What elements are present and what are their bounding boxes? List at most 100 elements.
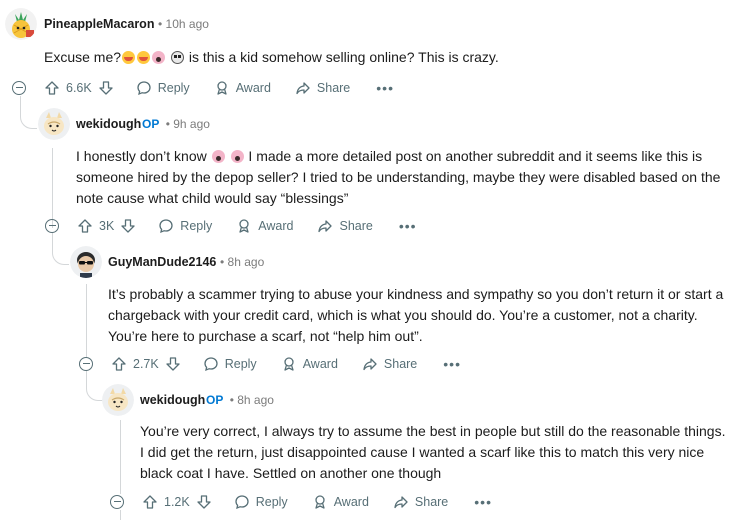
collapse-minus-icon[interactable] — [45, 219, 59, 233]
more-options-icon[interactable]: ••• — [474, 494, 492, 510]
collapse-minus-icon[interactable] — [12, 81, 26, 95]
comment-timestamp[interactable]: 8h ago — [228, 255, 265, 269]
comment-actions: 6.6K Reply Award Share ••• — [12, 76, 394, 100]
award-button[interactable]: Award — [281, 356, 338, 372]
reply-button[interactable]: Reply — [234, 494, 288, 510]
award-button[interactable]: Award — [236, 218, 293, 234]
share-button[interactable]: Share — [393, 494, 448, 510]
laughing-emoji-icon — [122, 51, 136, 64]
meta-separator: • — [165, 117, 170, 131]
comment-actions: 3K Reply Award Share ••• — [45, 214, 417, 238]
comment-timestamp[interactable]: 8h ago — [237, 393, 274, 407]
more-options-icon[interactable]: ••• — [399, 218, 417, 234]
award-ribbon-icon — [239, 219, 249, 233]
downvote-arrow-icon[interactable] — [98, 80, 114, 96]
avatar[interactable] — [38, 108, 70, 140]
comment-timestamp[interactable]: 10h ago — [166, 17, 209, 31]
meta-separator: • — [220, 255, 225, 269]
vote-count: 2.7K — [133, 357, 159, 371]
vote-count: 6.6K — [66, 81, 92, 95]
comment-meta: OP • 9h ago — [142, 117, 210, 131]
body-line: note cause what child would say “blessin… — [76, 190, 349, 206]
award-button[interactable]: Award — [312, 494, 369, 510]
share-button[interactable]: Share — [295, 80, 350, 96]
sunglasses-avatar-icon — [70, 246, 102, 278]
award-label: Award — [333, 495, 369, 509]
body-line: black coat I have. Settled on another on… — [140, 465, 442, 481]
reply-label: Reply — [224, 357, 257, 371]
comment-body: Excuse me? is this a kid somehow selling… — [44, 47, 499, 68]
avatar[interactable] — [102, 384, 134, 416]
pineapple-avatar-icon — [5, 8, 37, 40]
avatar[interactable] — [5, 8, 37, 40]
comment-body: I honestly don’t know I made a more deta… — [76, 146, 726, 209]
screaming-emoji-icon — [211, 150, 225, 163]
comment-author[interactable]: PineappleMacaron — [44, 17, 154, 31]
award-label: Award — [302, 357, 338, 371]
comment-meta: • 10h ago — [158, 17, 209, 31]
cat-avatar-icon — [38, 108, 70, 140]
body-line: I honestly don’t know I made a more deta… — [76, 146, 726, 167]
avatar[interactable] — [70, 246, 102, 278]
share-label: Share — [383, 357, 418, 371]
comment-actions: 1.2K Reply Award Share ••• — [110, 490, 492, 514]
thread-line-3 — [86, 284, 87, 358]
comment-body: You’re very correct, I always try to ass… — [140, 421, 735, 484]
screaming-emoji-icon — [230, 150, 244, 163]
upvote-arrow-icon[interactable] — [142, 494, 158, 510]
body-text: Excuse me? — [44, 49, 122, 65]
reply-button[interactable]: Reply — [136, 80, 190, 96]
upvote-arrow-icon[interactable] — [77, 218, 93, 234]
collapse-minus-icon[interactable] — [110, 495, 124, 509]
cat-avatar-icon — [102, 384, 134, 416]
op-badge: OP — [206, 393, 224, 407]
share-arrow-icon — [318, 220, 333, 233]
reply-label: Reply — [255, 495, 288, 509]
comment-timestamp[interactable]: 9h ago — [173, 117, 210, 131]
comment-author[interactable]: GuyManDude2146 — [108, 255, 216, 269]
body-line: chargeback with your credit card, which … — [108, 307, 698, 323]
speech-bubble-icon — [137, 81, 151, 96]
reply-label: Reply — [157, 81, 190, 95]
award-ribbon-icon — [217, 81, 227, 95]
downvote-arrow-icon[interactable] — [196, 494, 212, 510]
award-label: Award — [258, 219, 294, 233]
more-options-icon[interactable]: ••• — [443, 356, 461, 372]
share-arrow-icon — [296, 82, 310, 95]
share-arrow-icon — [363, 358, 377, 371]
comment-author[interactable]: wekidough — [76, 117, 141, 131]
more-options-icon[interactable]: ••• — [376, 80, 394, 96]
speech-bubble-icon — [235, 495, 249, 510]
share-label: Share — [316, 81, 351, 95]
reply-label: Reply — [180, 219, 213, 233]
downvote-arrow-icon[interactable] — [120, 218, 136, 234]
award-ribbon-icon — [284, 357, 294, 371]
vote-count: 1.2K — [164, 495, 190, 509]
vote-count: 3K — [99, 219, 115, 233]
body-line: I did get the return, just disappointed … — [140, 444, 705, 460]
body-line: It’s probably a scammer trying to abuse … — [108, 286, 724, 302]
body-line: You’re here to purchase a scarf, not “he… — [108, 328, 423, 344]
meta-separator: • — [158, 17, 163, 31]
upvote-arrow-icon[interactable] — [111, 356, 127, 372]
collapse-minus-icon[interactable] — [79, 357, 93, 371]
share-label: Share — [414, 495, 449, 509]
screaming-emoji-icon — [152, 51, 166, 64]
downvote-arrow-icon[interactable] — [165, 356, 181, 372]
comment-author[interactable]: wekidough — [140, 393, 205, 407]
share-button[interactable]: Share — [317, 218, 373, 234]
body-text: I made a more detailed post on another s… — [248, 148, 703, 164]
award-button[interactable]: Award — [214, 80, 271, 96]
thread-line-4 — [120, 420, 121, 494]
body-line: You’re very correct, I always try to ass… — [140, 423, 726, 439]
upvote-arrow-icon[interactable] — [44, 80, 60, 96]
share-arrow-icon — [394, 496, 408, 509]
comment-body: It’s probably a scammer trying to abuse … — [108, 284, 733, 347]
reply-button[interactable]: Reply — [158, 218, 212, 234]
speech-bubble-icon — [204, 357, 218, 372]
share-button[interactable]: Share — [362, 356, 417, 372]
reply-button[interactable]: Reply — [203, 356, 257, 372]
share-label: Share — [339, 219, 373, 233]
comment-actions: 2.7K Reply Award Share ••• — [79, 352, 461, 376]
laughing-emoji-icon — [137, 51, 151, 64]
